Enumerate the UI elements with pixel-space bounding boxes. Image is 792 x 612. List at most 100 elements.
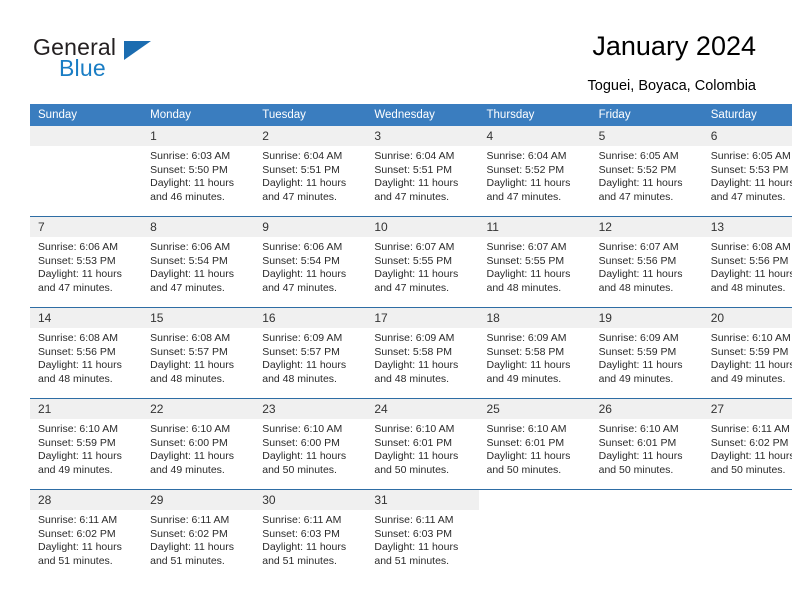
calendar-day-cell[interactable]: 7 Sunrise: 6:06 AM Sunset: 5:53 PM Dayli… bbox=[30, 216, 143, 308]
daylight-text-line1: Daylight: 11 hours bbox=[150, 359, 234, 372]
calendar-week-row: 14 Sunrise: 6:08 AM Sunset: 5:56 PM Dayl… bbox=[30, 307, 792, 399]
daylight-text-line2: and 51 minutes. bbox=[150, 554, 225, 567]
daylight-text-line2: and 50 minutes. bbox=[374, 463, 450, 476]
day-number: 3 bbox=[366, 126, 479, 146]
day-number: 28 bbox=[30, 490, 143, 510]
calendar-day-cell[interactable]: 15 Sunrise: 6:08 AM Sunset: 5:57 PM Dayl… bbox=[142, 307, 255, 399]
day-info: Sunrise: 6:04 AM Sunset: 5:51 PM Dayligh… bbox=[254, 146, 366, 204]
sunrise-text: Sunrise: 6:04 AM bbox=[486, 150, 567, 162]
calendar-day-cell[interactable]: 26 Sunrise: 6:10 AM Sunset: 6:01 PM Dayl… bbox=[590, 398, 703, 490]
calendar-day-cell[interactable]: 17 Sunrise: 6:09 AM Sunset: 5:58 PM Dayl… bbox=[366, 307, 479, 399]
calendar-day-cell[interactable] bbox=[30, 126, 143, 217]
day-cell-content: 29 Sunrise: 6:11 AM Sunset: 6:02 PM Dayl… bbox=[142, 490, 255, 579]
calendar-day-cell[interactable]: 22 Sunrise: 6:10 AM Sunset: 6:00 PM Dayl… bbox=[142, 398, 255, 490]
day-cell-content: 20 Sunrise: 6:10 AM Sunset: 5:59 PM Dayl… bbox=[702, 308, 792, 397]
daylight-text-line2: and 47 minutes. bbox=[262, 281, 337, 294]
calendar-day-cell[interactable]: 13 Sunrise: 6:08 AM Sunset: 5:56 PM Dayl… bbox=[702, 216, 792, 308]
sunset-text: Sunset: 5:56 PM bbox=[598, 254, 677, 267]
calendar-day-cell[interactable]: 19 Sunrise: 6:09 AM Sunset: 5:59 PM Dayl… bbox=[590, 307, 703, 399]
day-cell-content: 17 Sunrise: 6:09 AM Sunset: 5:58 PM Dayl… bbox=[366, 308, 479, 397]
calendar-day-cell[interactable]: 20 Sunrise: 6:10 AM Sunset: 5:59 PM Dayl… bbox=[702, 307, 792, 399]
calendar-day-cell[interactable] bbox=[478, 489, 591, 580]
calendar-day-cell[interactable]: 12 Sunrise: 6:07 AM Sunset: 5:56 PM Dayl… bbox=[590, 216, 703, 308]
daylight-text-line2: and 47 minutes. bbox=[598, 190, 674, 203]
sunrise-text: Sunrise: 6:10 AM bbox=[598, 423, 679, 435]
calendar-day-cell[interactable]: 21 Sunrise: 6:10 AM Sunset: 5:59 PM Dayl… bbox=[30, 398, 143, 490]
daylight-text-line2: and 47 minutes. bbox=[374, 281, 450, 294]
sunrise-text: Sunrise: 6:11 AM bbox=[38, 514, 118, 526]
daylight-text-line2: and 50 minutes. bbox=[598, 463, 674, 476]
day-cell-content: 28 Sunrise: 6:11 AM Sunset: 6:02 PM Dayl… bbox=[30, 490, 143, 579]
daylight-text-line1: Daylight: 11 hours bbox=[598, 268, 683, 281]
sunrise-text: Sunrise: 6:06 AM bbox=[262, 241, 343, 253]
sunrise-text: Sunrise: 6:08 AM bbox=[38, 332, 118, 344]
sunrise-text: Sunrise: 6:11 AM bbox=[150, 514, 230, 526]
sunset-text: Sunset: 5:59 PM bbox=[710, 345, 789, 358]
weekday-header-saturday: Saturday bbox=[702, 104, 792, 126]
calendar-day-cell[interactable]: 10 Sunrise: 6:07 AM Sunset: 5:55 PM Dayl… bbox=[366, 216, 479, 308]
sunrise-text: Sunrise: 6:10 AM bbox=[374, 423, 455, 435]
day-info: Sunrise: 6:10 AM Sunset: 6:00 PM Dayligh… bbox=[254, 419, 366, 477]
day-cell-content: 8 Sunrise: 6:06 AM Sunset: 5:54 PM Dayli… bbox=[142, 217, 255, 306]
day-info: Sunrise: 6:06 AM Sunset: 5:54 PM Dayligh… bbox=[142, 237, 254, 295]
weekday-header-friday: Friday bbox=[590, 104, 703, 126]
sunrise-text: Sunrise: 6:05 AM bbox=[710, 150, 791, 162]
calendar-day-cell[interactable]: 31 Sunrise: 6:11 AM Sunset: 6:03 PM Dayl… bbox=[366, 489, 479, 580]
calendar-day-cell[interactable]: 24 Sunrise: 6:10 AM Sunset: 6:01 PM Dayl… bbox=[366, 398, 479, 490]
daylight-text-line1: Daylight: 11 hours bbox=[374, 177, 459, 190]
calendar-day-cell[interactable]: 28 Sunrise: 6:11 AM Sunset: 6:02 PM Dayl… bbox=[30, 489, 143, 580]
calendar-day-cell[interactable]: 23 Sunrise: 6:10 AM Sunset: 6:00 PM Dayl… bbox=[254, 398, 367, 490]
calendar-day-cell[interactable]: 5 Sunrise: 6:05 AM Sunset: 5:52 PM Dayli… bbox=[590, 126, 703, 217]
calendar-day-cell[interactable] bbox=[702, 489, 792, 580]
daylight-text-line2: and 47 minutes. bbox=[38, 281, 113, 294]
calendar-day-cell[interactable]: 29 Sunrise: 6:11 AM Sunset: 6:02 PM Dayl… bbox=[142, 489, 255, 580]
day-number: 16 bbox=[254, 308, 367, 328]
daylight-text-line2: and 50 minutes. bbox=[486, 463, 562, 476]
calendar-day-cell[interactable]: 27 Sunrise: 6:11 AM Sunset: 6:02 PM Dayl… bbox=[702, 398, 792, 490]
sunrise-text: Sunrise: 6:09 AM bbox=[598, 332, 679, 344]
daylight-text-line1: Daylight: 11 hours bbox=[262, 541, 347, 554]
sunrise-text: Sunrise: 6:04 AM bbox=[262, 150, 343, 162]
daylight-text-line1: Daylight: 11 hours bbox=[486, 359, 571, 372]
day-number: 2 bbox=[254, 126, 367, 146]
daylight-text-line2: and 48 minutes. bbox=[262, 372, 337, 385]
calendar-day-cell[interactable]: 6 Sunrise: 6:05 AM Sunset: 5:53 PM Dayli… bbox=[702, 126, 792, 217]
day-cell-content: 15 Sunrise: 6:08 AM Sunset: 5:57 PM Dayl… bbox=[142, 308, 255, 397]
day-number: 24 bbox=[366, 399, 479, 419]
calendar-day-cell[interactable]: 14 Sunrise: 6:08 AM Sunset: 5:56 PM Dayl… bbox=[30, 307, 143, 399]
day-cell-content: 13 Sunrise: 6:08 AM Sunset: 5:56 PM Dayl… bbox=[702, 217, 792, 306]
sunset-text: Sunset: 5:59 PM bbox=[38, 436, 116, 449]
day-cell-content: 24 Sunrise: 6:10 AM Sunset: 6:01 PM Dayl… bbox=[366, 399, 479, 488]
calendar-day-cell[interactable]: 4 Sunrise: 6:04 AM Sunset: 5:52 PM Dayli… bbox=[478, 126, 591, 217]
calendar-day-cell[interactable]: 9 Sunrise: 6:06 AM Sunset: 5:54 PM Dayli… bbox=[254, 216, 367, 308]
calendar-day-cell[interactable]: 8 Sunrise: 6:06 AM Sunset: 5:54 PM Dayli… bbox=[142, 216, 255, 308]
calendar-day-cell[interactable]: 11 Sunrise: 6:07 AM Sunset: 5:55 PM Dayl… bbox=[478, 216, 591, 308]
sunset-text: Sunset: 6:00 PM bbox=[150, 436, 228, 449]
sunrise-text: Sunrise: 6:11 AM bbox=[262, 514, 342, 526]
sunset-text: Sunset: 6:01 PM bbox=[374, 436, 453, 449]
calendar-day-cell[interactable]: 25 Sunrise: 6:10 AM Sunset: 6:01 PM Dayl… bbox=[478, 398, 591, 490]
day-number bbox=[478, 490, 591, 510]
sunset-text: Sunset: 5:50 PM bbox=[150, 163, 228, 176]
calendar-day-cell[interactable]: 18 Sunrise: 6:09 AM Sunset: 5:58 PM Dayl… bbox=[478, 307, 591, 399]
day-info: Sunrise: 6:08 AM Sunset: 5:57 PM Dayligh… bbox=[142, 328, 254, 386]
daylight-text-line1: Daylight: 11 hours bbox=[486, 177, 571, 190]
calendar-day-cell[interactable]: 30 Sunrise: 6:11 AM Sunset: 6:03 PM Dayl… bbox=[254, 489, 367, 580]
page-title: January 2024 bbox=[592, 31, 756, 61]
day-info: Sunrise: 6:10 AM Sunset: 6:01 PM Dayligh… bbox=[591, 419, 703, 477]
sunrise-text: Sunrise: 6:09 AM bbox=[262, 332, 343, 344]
sunset-text: Sunset: 6:02 PM bbox=[150, 527, 228, 540]
sunrise-text: Sunrise: 6:10 AM bbox=[38, 423, 118, 435]
calendar-day-cell[interactable]: 16 Sunrise: 6:09 AM Sunset: 5:57 PM Dayl… bbox=[254, 307, 367, 399]
calendar-day-cell[interactable]: 1 Sunrise: 6:03 AM Sunset: 5:50 PM Dayli… bbox=[142, 126, 255, 217]
daylight-text-line2: and 49 minutes. bbox=[486, 372, 562, 385]
calendar-day-cell[interactable]: 2 Sunrise: 6:04 AM Sunset: 5:51 PM Dayli… bbox=[254, 126, 367, 217]
daylight-text-line2: and 51 minutes. bbox=[262, 554, 337, 567]
calendar-day-cell[interactable] bbox=[590, 489, 703, 580]
daylight-text-line2: and 49 minutes. bbox=[710, 372, 786, 385]
calendar-day-cell[interactable]: 3 Sunrise: 6:04 AM Sunset: 5:51 PM Dayli… bbox=[366, 126, 479, 217]
day-info: Sunrise: 6:08 AM Sunset: 5:56 PM Dayligh… bbox=[30, 328, 142, 386]
day-number: 20 bbox=[702, 308, 792, 328]
daylight-text-line2: and 51 minutes. bbox=[374, 554, 450, 567]
daylight-text-line1: Daylight: 11 hours bbox=[486, 268, 571, 281]
